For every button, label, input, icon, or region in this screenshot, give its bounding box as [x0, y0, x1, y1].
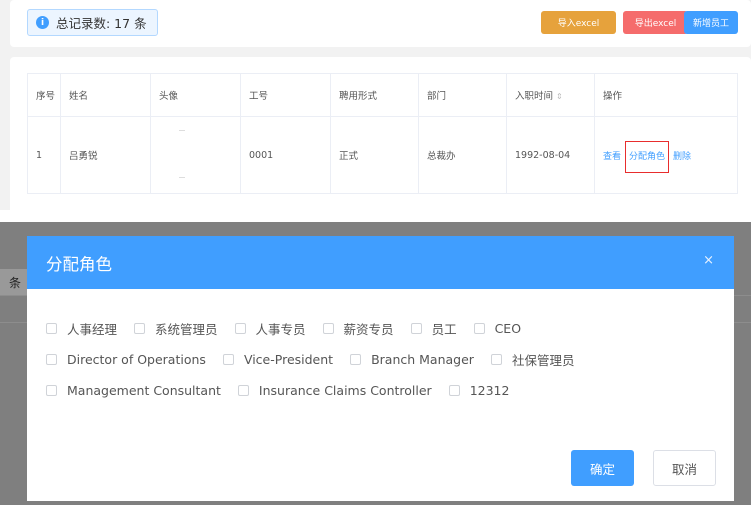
role-checkbox[interactable]: Management Consultant — [46, 383, 221, 398]
role-row: Director of Operations Vice-President Br… — [46, 344, 734, 375]
employee-table: 序号 姓名 头像 工号 聘用形式 部门 入职时间 ⇕ 操作 1 吕勇锐 0001 … — [27, 73, 738, 194]
delete-link[interactable]: 删除 — [673, 152, 691, 162]
checkbox-icon[interactable] — [322, 323, 334, 334]
assign-role-screen: 条 分配角色 × 人事经理 系统管理员 人事专员 薪资专员 员工 CEO Dir… — [0, 222, 751, 505]
employee-list-screen: i 总记录数: 17 条 导入excel 导出excel 新增员工 序号 姓名 … — [0, 0, 751, 210]
column-header-join-date[interactable]: 入职时间 ⇕ — [506, 73, 595, 117]
role-checkbox[interactable]: 人事专员 — [234, 319, 306, 338]
checkbox-icon[interactable] — [237, 385, 249, 396]
role-checkbox[interactable]: Branch Manager — [350, 352, 474, 367]
role-label: 人事经理 — [67, 322, 118, 337]
record-count-label: 总记录数: 17 条 — [56, 16, 147, 31]
employee-table-card: 序号 姓名 头像 工号 聘用形式 部门 入职时间 ⇕ 操作 1 吕勇锐 0001 … — [10, 57, 751, 210]
checkbox-icon[interactable] — [46, 354, 57, 365]
column-header-hire-type: 聘用形式 — [330, 73, 419, 117]
close-icon[interactable]: × — [703, 253, 714, 268]
column-header-actions: 操作 — [594, 73, 738, 117]
role-checkbox[interactable]: 人事经理 — [46, 319, 117, 338]
dialog-footer: 确定 取消 — [571, 450, 716, 486]
checkbox-icon[interactable] — [410, 323, 422, 334]
cancel-button[interactable]: 取消 — [653, 450, 716, 486]
cell-emp-id: 0001 — [240, 116, 331, 194]
role-checkbox[interactable]: Vice-President — [222, 352, 334, 367]
checkbox-icon[interactable] — [234, 323, 246, 334]
assign-role-dialog: 分配角色 × 人事经理 系统管理员 人事专员 薪资专员 员工 CEO Direc… — [27, 236, 734, 501]
checkbox-icon[interactable] — [46, 323, 57, 334]
role-row: 人事经理 系统管理员 人事专员 薪资专员 员工 CEO — [46, 313, 734, 344]
checkbox-icon[interactable] — [222, 354, 234, 365]
import-excel-button[interactable]: 导入excel — [541, 11, 616, 34]
role-checkbox[interactable]: CEO — [473, 321, 522, 336]
table-header-row: 序号 姓名 头像 工号 聘用形式 部门 入职时间 ⇕ 操作 — [27, 73, 738, 117]
cell-index: 1 — [27, 116, 61, 194]
record-count-badge: i 总记录数: 17 条 — [27, 9, 158, 36]
checkbox-icon[interactable] — [473, 323, 485, 334]
column-header-name: 姓名 — [60, 73, 151, 117]
cell-actions: 查看 分配角色 删除 — [594, 116, 738, 194]
checkbox-icon[interactable] — [448, 385, 460, 396]
role-label: 系统管理员 — [155, 322, 218, 337]
column-header-dept: 部门 — [418, 73, 507, 117]
column-header-emp-id: 工号 — [240, 73, 331, 117]
column-header-index: 序号 — [27, 73, 61, 117]
role-label: 社保管理员 — [511, 353, 575, 368]
export-excel-button[interactable]: 导出excel — [623, 11, 688, 34]
role-label: Branch Manager — [371, 352, 474, 367]
role-checkbox-group: 人事经理 系统管理员 人事专员 薪资专员 员工 CEO Director of … — [27, 289, 734, 406]
join-date-header-label: 入职时间 — [515, 91, 554, 102]
role-checkbox[interactable]: 薪资专员 — [322, 319, 394, 338]
cell-join-date: 1992-08-04 — [506, 116, 595, 194]
assign-role-link[interactable]: 分配角色 — [625, 140, 670, 173]
avatar — [159, 126, 197, 182]
role-label: 员工 — [431, 322, 457, 337]
role-label: 人事专员 — [255, 322, 306, 337]
dialog-header: 分配角色 × — [27, 236, 734, 289]
role-label: Director of Operations — [67, 352, 206, 367]
checkbox-icon[interactable] — [490, 354, 502, 365]
checkbox-icon[interactable] — [350, 354, 362, 365]
role-checkbox[interactable]: 系统管理员 — [134, 319, 218, 338]
cell-dept: 总裁办 — [418, 116, 507, 194]
role-label: Vice-President — [243, 352, 334, 367]
checkbox-icon[interactable] — [134, 323, 146, 334]
role-checkbox[interactable]: Director of Operations — [46, 352, 206, 367]
dialog-title: 分配角色 — [46, 254, 112, 274]
cell-name: 吕勇锐 — [60, 116, 151, 194]
info-icon: i — [36, 16, 49, 29]
cell-avatar — [150, 116, 241, 194]
role-checkbox[interactable]: 12312 — [448, 383, 510, 398]
role-label: Insurance Claims Controller — [258, 383, 432, 398]
sort-icon[interactable]: ⇕ — [556, 92, 563, 101]
cell-hire-type: 正式 — [330, 116, 419, 194]
toolbar: i 总记录数: 17 条 导入excel 导出excel 新增员工 — [10, 0, 751, 47]
role-checkbox[interactable]: Insurance Claims Controller — [237, 383, 432, 398]
checkbox-icon[interactable] — [46, 385, 57, 396]
role-label: CEO — [494, 321, 522, 336]
column-header-avatar: 头像 — [150, 73, 241, 117]
confirm-button[interactable]: 确定 — [571, 450, 634, 486]
role-label: Management Consultant — [67, 383, 221, 398]
view-link[interactable]: 查看 — [603, 152, 621, 162]
table-row: 1 吕勇锐 0001 正式 总裁办 1992-08-04 查看 分配角色 删除 — [27, 116, 738, 194]
add-employee-button[interactable]: 新增员工 — [684, 11, 738, 34]
role-row: Management Consultant Insurance Claims C… — [46, 375, 734, 406]
role-label: 薪资专员 — [343, 322, 394, 337]
role-label: 12312 — [469, 383, 510, 398]
role-checkbox[interactable]: 社保管理员 — [490, 350, 575, 369]
role-checkbox[interactable]: 员工 — [410, 319, 457, 338]
background-count-fragment: 条 — [0, 269, 30, 295]
